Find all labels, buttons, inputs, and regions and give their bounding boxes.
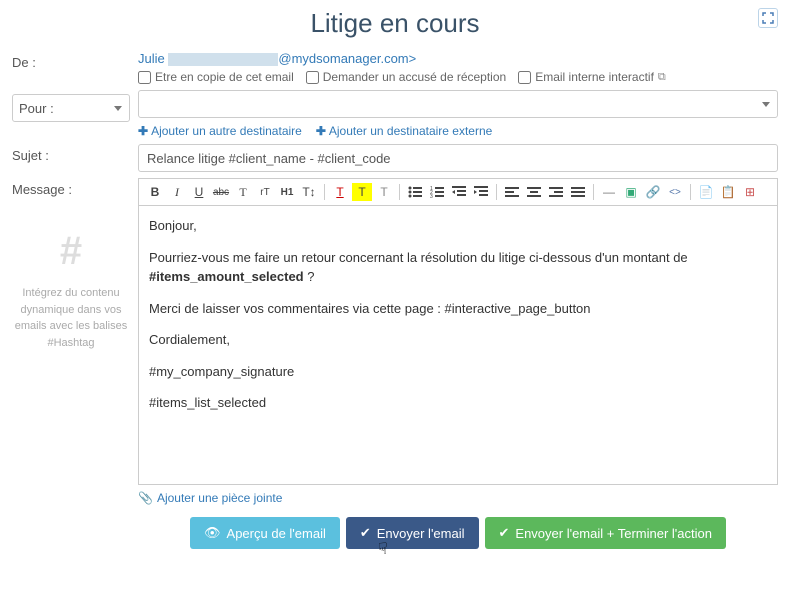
- subject-input[interactable]: [138, 144, 778, 172]
- check-icon: ✔: [360, 525, 371, 541]
- link-button[interactable]: 🔗: [643, 183, 663, 201]
- redacted-text: [168, 53, 278, 66]
- expand-button[interactable]: [758, 8, 778, 28]
- plus-icon: ✚: [316, 124, 326, 138]
- toolbar-separator: [399, 184, 400, 200]
- send-button[interactable]: ✔ Envoyer l'email ☟: [346, 517, 479, 549]
- clear-format-button[interactable]: T: [374, 183, 394, 201]
- align-center-icon: [527, 187, 541, 197]
- page-title: Litige en cours: [12, 8, 778, 39]
- align-justify-icon: [571, 187, 585, 197]
- from-address: Julie @mydsomanager.com>: [138, 51, 416, 66]
- align-left-icon: [505, 187, 519, 197]
- eye-icon: 👁: [204, 525, 221, 541]
- subject-label: Sujet :: [12, 144, 138, 172]
- preview-button[interactable]: 👁 Aperçu de l'email: [190, 517, 340, 549]
- toolbar-separator: [496, 184, 497, 200]
- plus-icon: ✚: [138, 124, 148, 138]
- italic-button[interactable]: I: [167, 183, 187, 201]
- indent-icon: [474, 186, 488, 198]
- merge-button[interactable]: ⊞: [740, 183, 760, 201]
- paperclip-icon: 📎: [138, 491, 153, 505]
- recipient-select[interactable]: [138, 90, 778, 118]
- toolbar-separator: [593, 184, 594, 200]
- ul-button[interactable]: [405, 183, 425, 201]
- bold-button[interactable]: B: [145, 183, 165, 201]
- font-size-button[interactable]: T↕: [299, 183, 319, 201]
- align-justify-button[interactable]: [568, 183, 588, 201]
- font-a-button[interactable]: T: [233, 183, 253, 201]
- from-label: De :: [12, 51, 138, 84]
- message-label: Message :: [12, 182, 138, 197]
- source-button[interactable]: <>: [665, 183, 685, 201]
- toolbar-separator: [690, 184, 691, 200]
- bg-color-button[interactable]: T: [352, 183, 372, 201]
- paste-button[interactable]: 📋: [718, 183, 738, 201]
- send-complete-button[interactable]: ✔ Envoyer l'email + Terminer l'action: [485, 517, 726, 549]
- indent-button[interactable]: [471, 183, 491, 201]
- align-left-button[interactable]: [502, 183, 522, 201]
- add-external-recipient-link[interactable]: ✚ Ajouter un destinataire externe: [316, 124, 493, 138]
- editor-toolbar: B I U abc T rT H1 T↕ T T T 123: [138, 178, 778, 205]
- template-button[interactable]: 📄: [696, 183, 716, 201]
- message-editor[interactable]: Bonjour, Pourriez-vous me faire un retou…: [138, 205, 778, 485]
- list-ol-icon: 123: [430, 186, 444, 198]
- add-recipient-link[interactable]: ✚ Ajouter un autre destinataire: [138, 124, 302, 138]
- expand-icon: [762, 12, 774, 24]
- cc-checkbox[interactable]: Etre en copie de cet email: [138, 70, 294, 84]
- image-button[interactable]: ▣: [621, 183, 641, 201]
- check-icon: ✔: [499, 525, 510, 541]
- align-center-button[interactable]: [524, 183, 544, 201]
- cursor-icon: ☟: [378, 539, 388, 559]
- hr-button[interactable]: —: [599, 183, 619, 201]
- strike-button[interactable]: abc: [211, 183, 231, 201]
- align-right-button[interactable]: [546, 183, 566, 201]
- receipt-checkbox[interactable]: Demander un accusé de réception: [306, 70, 506, 84]
- external-link-icon: ⧉: [658, 71, 666, 84]
- outdent-icon: [452, 186, 466, 198]
- add-attachment-link[interactable]: 📎 Ajouter une pièce jointe: [138, 491, 282, 505]
- svg-text:3: 3: [430, 194, 433, 198]
- heading-button[interactable]: H1: [277, 183, 297, 201]
- ol-button[interactable]: 123: [427, 183, 447, 201]
- recipient-type-select[interactable]: Pour :: [12, 94, 130, 122]
- hashtag-hint-text: Intégrez du contenu dynamique dans vos e…: [12, 285, 130, 351]
- underline-button[interactable]: U: [189, 183, 209, 201]
- font-b-button[interactable]: rT: [255, 183, 275, 201]
- align-right-icon: [549, 187, 563, 197]
- outdent-button[interactable]: [449, 183, 469, 201]
- hashtag-icon: #: [12, 221, 130, 281]
- internal-checkbox[interactable]: Email interne interactif ⧉: [518, 70, 666, 84]
- list-ul-icon: [408, 186, 422, 198]
- toolbar-separator: [324, 184, 325, 200]
- text-color-button[interactable]: T: [330, 183, 350, 201]
